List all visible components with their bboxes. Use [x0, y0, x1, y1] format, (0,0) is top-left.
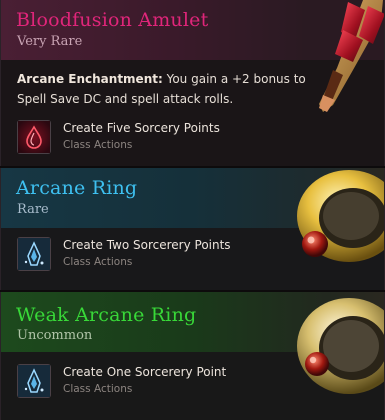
item-card-arcane-ring: Arcane Ring Rare Create Two Sorcerery Po… — [0, 168, 385, 292]
action-name: Create One Sorcerery Point — [63, 365, 227, 379]
weak-arcane-ring-art — [297, 298, 384, 394]
item-title: Arcane Ring — [16, 177, 138, 199]
blood-drop-icon — [17, 120, 51, 154]
item-card-bloodfusion-amulet: Bloodfusion Amulet Very Rare Arcane Ench… — [0, 0, 385, 168]
arcane-ring-art — [297, 170, 384, 262]
granted-action[interactable]: Create Two Sorcerery Points Class Action… — [17, 237, 317, 273]
action-category: Class Actions — [63, 383, 133, 395]
arcane-flame-icon — [17, 364, 51, 398]
action-category: Class Actions — [63, 256, 133, 268]
enchantment-name: Arcane Enchantment: — [17, 72, 163, 86]
item-tooltip-stack: Bloodfusion Amulet Very Rare Arcane Ench… — [0, 0, 385, 420]
enchantment-description: Arcane Enchantment: You gain a +2 bonus … — [17, 69, 317, 109]
item-rarity: Rare — [17, 202, 49, 217]
item-title: Bloodfusion Amulet — [16, 9, 209, 31]
item-rarity: Uncommon — [17, 328, 93, 343]
item-title: Weak Arcane Ring — [16, 304, 197, 326]
arcane-flame-icon — [17, 237, 51, 271]
action-category: Class Actions — [63, 139, 133, 151]
action-name: Create Two Sorcerery Points — [63, 238, 231, 252]
action-name: Create Five Sorcery Points — [63, 121, 220, 135]
item-card-weak-arcane-ring: Weak Arcane Ring Uncommon Create One Sor… — [0, 292, 385, 420]
granted-action[interactable]: Create Five Sorcery Points Class Actions — [17, 120, 317, 156]
granted-action[interactable]: Create One Sorcerery Point Class Actions — [17, 364, 317, 400]
bloodfusion-amulet-art — [319, 0, 384, 112]
item-rarity: Very Rare — [17, 34, 83, 49]
